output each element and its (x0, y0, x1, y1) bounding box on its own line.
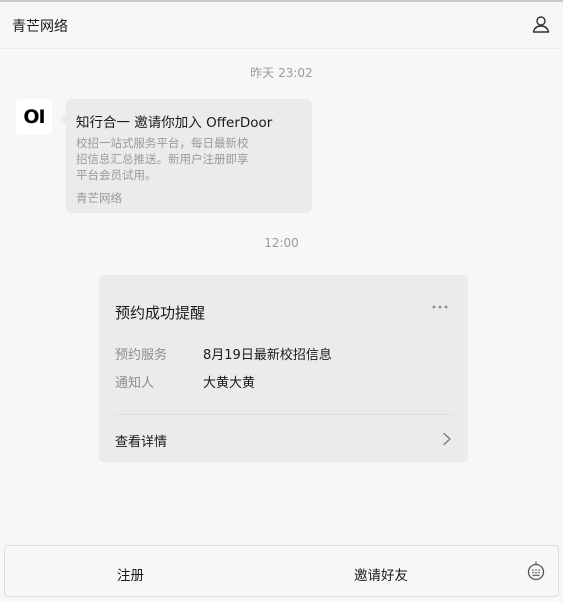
card-divider (115, 414, 452, 415)
message-timestamp: 昨天 23:02 (250, 66, 313, 80)
notification-card: 预约成功提醒 预约服务 8月19日最新校招信息 通知人 大黄大黄 查看详情 (99, 275, 468, 462)
user-icon[interactable] (531, 14, 551, 34)
message-timestamp: 12:00 (264, 236, 299, 250)
chat-header: 青芒网络 (0, 2, 563, 49)
card-row-service: 预约服务 8月19日最新校招信息 (115, 344, 332, 363)
row-label: 预约服务 (115, 348, 168, 363)
more-icon[interactable] (430, 300, 450, 314)
bottom-menu-bar: 注册 邀请好友 (4, 545, 559, 597)
invite-title: 知行合一 邀请你加入 OfferDoor (76, 115, 273, 131)
row-label: 通知人 (115, 376, 155, 391)
card-title: 预约成功提醒 (115, 304, 206, 322)
invite-description: 校招一站式服务平台，每日最新校招信息汇总推送。新用户注册即享平台会员试用。 (76, 136, 249, 182)
chevron-right-icon[interactable] (442, 431, 452, 446)
menu-item-invite-friends[interactable]: 邀请好友 (354, 564, 408, 584)
chat-title: 青芒网络 (12, 19, 68, 35)
avatar[interactable]: OI (16, 99, 52, 135)
keyboard-icon[interactable] (526, 561, 546, 581)
row-value: 8月19日最新校招信息 (203, 348, 332, 363)
menu-item-register[interactable]: 注册 (117, 564, 144, 584)
card-row-notifier: 通知人 大黄大黄 (115, 372, 255, 391)
row-value: 大黄大黄 (203, 376, 256, 391)
view-details-link[interactable]: 查看详情 (115, 431, 167, 450)
invite-message-card[interactable]: 知行合一 邀请你加入 OfferDoor 校招一站式服务平台，每日最新校招信息汇… (60, 99, 312, 213)
invite-source: 青芒网络 (76, 191, 122, 205)
